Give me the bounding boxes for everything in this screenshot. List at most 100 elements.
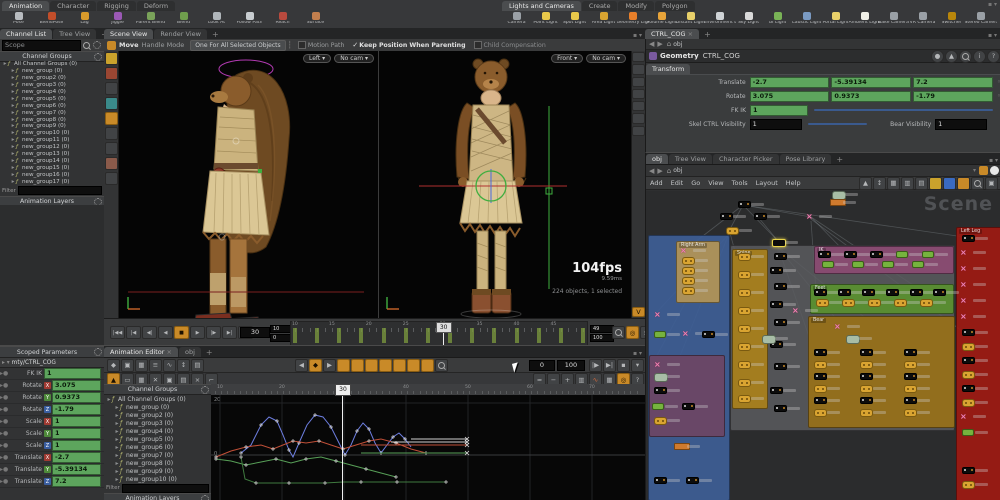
node-y[interactable] (904, 409, 917, 417)
menu-edit[interactable]: Edit (671, 179, 684, 187)
param-value-field[interactable]: 1 (44, 368, 101, 379)
node-y[interactable] (860, 409, 873, 417)
pane-menu-icon[interactable]: ▪ ▾ (633, 350, 645, 357)
color-palette-icon[interactable]: ▤ (915, 176, 928, 190)
node-y[interactable] (962, 371, 975, 379)
shading-icon[interactable] (632, 88, 645, 99)
shelf-tool-geometry-light[interactable]: Geometry Light (617, 11, 649, 28)
node-x[interactable]: × (654, 311, 661, 319)
menu-view[interactable]: View (708, 179, 723, 187)
node-x[interactable]: × (654, 361, 661, 369)
node-y[interactable] (726, 227, 739, 235)
tree-item[interactable]: ▸ ƒ new_group (0) (2, 68, 102, 75)
shelf-tab-deform[interactable]: Deform (136, 1, 176, 11)
node-c[interactable] (844, 251, 857, 258)
node-y[interactable] (738, 361, 751, 369)
timeline-ruler[interactable]: 101520253035404530 (290, 321, 588, 346)
shelf-tool-environment-light[interactable]: Environment Light (704, 11, 736, 28)
node-c[interactable] (933, 289, 946, 296)
node-c[interactable] (682, 403, 695, 410)
snapshot-icon[interactable] (979, 166, 988, 175)
new-tab-button[interactable]: + (832, 155, 847, 164)
tree-item[interactable]: ▸ ƒ new_group9 (0) (106, 467, 211, 475)
node-x[interactable]: × (960, 265, 967, 273)
node-c[interactable] (838, 289, 851, 296)
tab-obj[interactable]: obj (178, 347, 201, 357)
key-nav-icons[interactable]: ▸● (0, 394, 12, 401)
tree-item[interactable]: ▸ ƒ new_group12 (0) (2, 144, 102, 151)
nav-back-icon[interactable]: ◀ (649, 167, 654, 175)
move-tool-icon[interactable] (107, 40, 116, 50)
node-y[interactable] (654, 417, 667, 425)
node-c[interactable] (774, 363, 787, 370)
node-x[interactable]: × (960, 297, 967, 305)
home-icon[interactable]: ⌂ (667, 167, 671, 175)
tab-tree-view[interactable]: Tree View (668, 154, 712, 164)
node-c[interactable] (654, 477, 667, 484)
node-c[interactable] (814, 289, 827, 296)
organize-icon[interactable] (929, 176, 942, 190)
key-nav-icons[interactable]: ▸● (0, 382, 12, 389)
tree-item[interactable]: ▸ ƒ new_group2 (0) (2, 75, 102, 82)
transform-tab[interactable]: Transform (646, 63, 691, 74)
node-c[interactable] (720, 213, 733, 220)
tree-item[interactable]: ▸ ƒ new_group8 (0) (2, 116, 102, 123)
dropdown-grip-icon[interactable]: ┆ (288, 41, 292, 49)
node-g[interactable] (652, 403, 664, 410)
network-path[interactable]: obj (673, 167, 682, 174)
node-x[interactable]: × (960, 281, 967, 289)
node-c[interactable] (904, 397, 917, 404)
playhead-frame-box[interactable]: 30 (435, 322, 452, 333)
shelf-tool-area-light[interactable]: Area Light (589, 11, 618, 28)
keyframe-mark[interactable] (492, 328, 497, 343)
shelf-tab-polygon[interactable]: Polygon (655, 1, 695, 11)
pose-icon[interactable] (104, 67, 118, 80)
close-icon[interactable]: × (688, 30, 693, 38)
param-value-field[interactable]: 0.9373 (831, 90, 912, 102)
lighting-icon[interactable] (632, 113, 645, 124)
graph-range-end-field[interactable]: 100 (557, 359, 585, 371)
node-c[interactable] (860, 373, 873, 380)
scope-input[interactable]: Scope (2, 39, 81, 51)
transport-5[interactable]: ▶ (190, 326, 205, 339)
network-box-icon[interactable] (943, 176, 956, 190)
menu-go[interactable]: Go (691, 179, 700, 187)
bear-vis-field[interactable]: 1 (935, 118, 988, 130)
keyframe-mark[interactable] (558, 328, 563, 343)
shelf-tool-volume-light[interactable]: Volume Light (647, 11, 677, 28)
tree-item[interactable]: ▸ ƒ new_group8 (0) (106, 459, 211, 467)
tree-item[interactable]: ▸ ƒ new_group7 (0) (106, 451, 211, 459)
keyframe-mark[interactable] (403, 328, 408, 343)
shelf-tool-portal-light[interactable]: Portal Light (821, 11, 850, 28)
gear-icon[interactable] (93, 41, 101, 49)
node-x[interactable]: × (960, 313, 967, 321)
pane-menu-icon[interactable]: ▪ ▾ (988, 32, 1000, 39)
node-y[interactable] (682, 277, 695, 285)
node-y[interactable] (962, 481, 975, 489)
param-value-field[interactable]: -1.79 (913, 90, 993, 102)
keyframe-mark[interactable] (293, 328, 297, 343)
transport-1[interactable]: |◀ (126, 326, 141, 339)
home-icon[interactable]: ⌂ (667, 40, 671, 48)
node-y[interactable] (738, 343, 751, 351)
node-y[interactable] (814, 409, 827, 417)
node-y[interactable] (920, 299, 933, 307)
shelf-tool-bake-camera[interactable]: Bake Camera (878, 11, 909, 28)
transport-7[interactable]: ▶| (222, 326, 237, 339)
zoom-icon[interactable] (612, 326, 625, 339)
tree-item[interactable]: ▸ ƒ new_group9 (0) (2, 123, 102, 130)
node-c[interactable] (654, 387, 667, 394)
handle-mode-label[interactable]: Handle Mode (142, 41, 185, 49)
fullscreen-icon[interactable]: ▣ (985, 176, 998, 190)
shelf-tool-parent-blend[interactable]: Parent Blend (134, 11, 167, 28)
pane-menu-icon[interactable]: ▪ ▾ (989, 157, 1000, 164)
node-w[interactable] (762, 335, 776, 344)
node-c[interactable] (862, 289, 875, 296)
node-path[interactable]: obj (673, 41, 682, 48)
keyframe-mark[interactable] (315, 328, 320, 343)
node-c[interactable] (904, 349, 917, 356)
nav-forward-icon[interactable]: ▶ (657, 40, 662, 48)
tree-item[interactable]: ▸ ƒ All Channel Groups (0) (2, 61, 102, 68)
graph-editor[interactable]: 20 0 (211, 395, 645, 500)
state-icon[interactable] (990, 166, 999, 175)
